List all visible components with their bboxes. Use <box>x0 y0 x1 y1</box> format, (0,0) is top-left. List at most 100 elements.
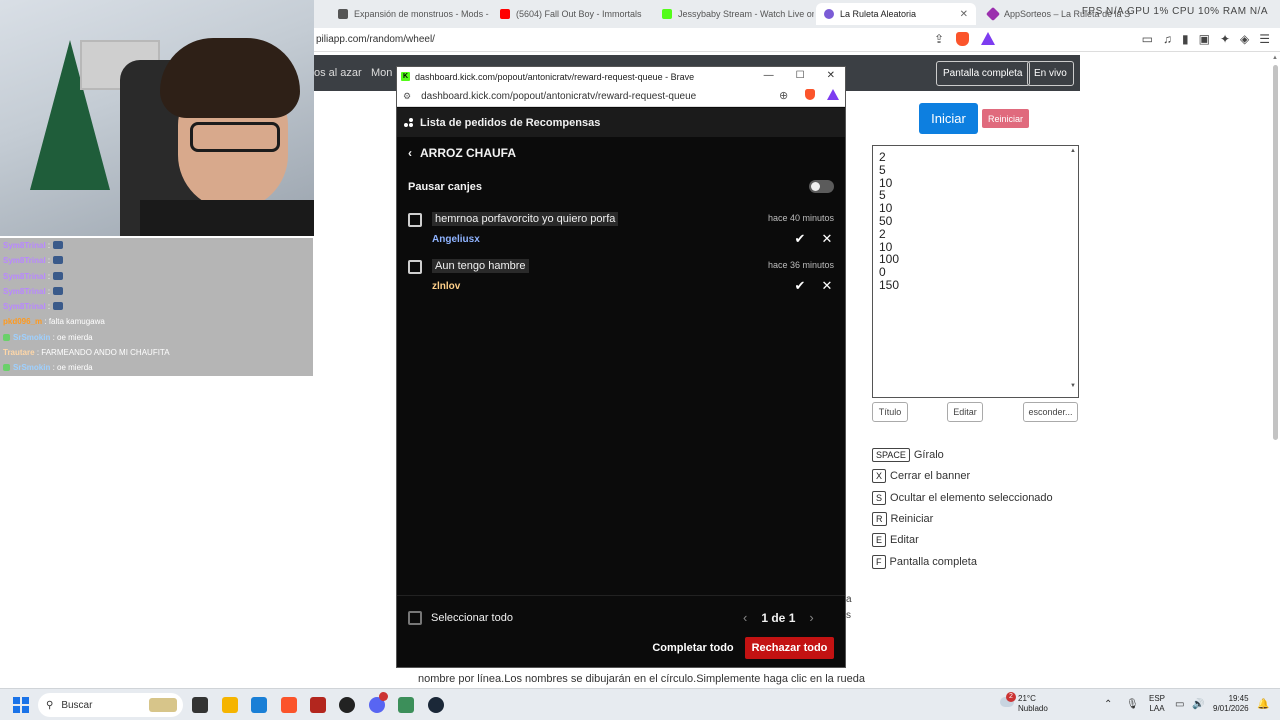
task-view-icon[interactable] <box>192 697 208 713</box>
network-icon[interactable]: ▭ <box>1175 699 1184 710</box>
reward-back-link[interactable]: ‹ ARROZ CHAUFA <box>408 146 516 160</box>
chevron-up-icon[interactable]: ⌃ <box>1104 699 1112 710</box>
popup-titlebar: K dashboard.kick.com/popout/antonicratv/… <box>397 67 845 86</box>
microphone-icon[interactable]: 🎙 <box>1126 699 1139 710</box>
scroll-up-icon[interactable]: ▲ <box>1272 55 1278 61</box>
media-icon[interactable]: ♫ <box>1163 32 1172 46</box>
chat-message: Sym8Trinal : <box>0 299 313 315</box>
reader-mode-icon[interactable]: ▭ <box>1142 32 1153 46</box>
shortcut-key: E <box>872 533 887 547</box>
request-checkbox[interactable] <box>408 260 422 274</box>
select-all-row[interactable]: Seleccionar todo <box>408 611 513 625</box>
popup-url[interactable]: dashboard.kick.com/popout/antonicratv/re… <box>421 91 696 102</box>
glasses <box>190 122 280 152</box>
zoom-icon[interactable]: ⊕ <box>779 89 788 102</box>
request-time: hace 36 minutos <box>767 260 834 270</box>
approve-check-icon[interactable]: ✔ <box>793 279 807 293</box>
steam-icon[interactable] <box>428 697 444 713</box>
chat-badge-icon <box>3 333 10 341</box>
request-user[interactable]: Angeliusx <box>432 234 480 245</box>
discord-badge <box>379 692 388 701</box>
close-icon[interactable]: ✕ <box>827 70 835 81</box>
chat-text: : <box>47 271 51 281</box>
request-checkbox[interactable] <box>408 213 422 227</box>
tab-ruleta-aleatoria[interactable]: La Ruleta Aleatoria ✕ <box>816 3 976 25</box>
scroll-down-icon[interactable]: ▼ <box>1070 383 1076 389</box>
notification-icon[interactable]: 🔔 <box>1257 699 1269 710</box>
url-field[interactable]: piliapp.com/random/wheel/ <box>316 34 435 45</box>
store-icon[interactable] <box>251 697 267 713</box>
nav-item-mon[interactable]: Mon <box>371 67 392 79</box>
brave-taskbar-icon[interactable] <box>281 697 297 713</box>
complete-all-button[interactable]: Completar todo <box>646 637 740 659</box>
brave-shields-icon[interactable] <box>805 89 815 103</box>
close-tab-icon[interactable]: ✕ <box>960 9 968 20</box>
wallet-icon[interactable]: ▣ <box>1199 32 1210 46</box>
tab-youtube[interactable]: (5604) Fall Out Boy - Immortals <box>492 3 652 25</box>
notes-icon[interactable] <box>398 697 414 713</box>
brave-rewards-icon[interactable] <box>827 89 839 103</box>
prev-page-icon[interactable]: ‹ <box>743 610 747 625</box>
tab-monster-mods[interactable]: Expansión de monstruos - Mods - M <box>330 3 490 25</box>
leo-ai-icon[interactable]: ✦ <box>1220 32 1230 46</box>
nav-item-random[interactable]: os al azar <box>314 67 362 79</box>
reject-x-icon[interactable]: ✕ <box>820 232 834 246</box>
chat-username: pkd096_m <box>3 317 43 327</box>
live-button[interactable]: En vivo <box>1027 61 1074 86</box>
clock[interactable]: 19:45 9/01/2026 <box>1213 694 1249 714</box>
taskbar-search[interactable]: ⚲ Buscar <box>38 693 183 717</box>
brave-shields-icon[interactable] <box>956 32 970 46</box>
reward-queue-popup: K dashboard.kick.com/popout/antonicratv/… <box>396 66 846 668</box>
footer-divider <box>397 595 845 596</box>
reset-button[interactable]: Reiniciar <box>982 109 1029 128</box>
weather-widget[interactable]: 2 21°C Nublado <box>1000 692 1048 714</box>
edit-button[interactable]: Editar <box>947 402 983 422</box>
fullscreen-nav-button[interactable]: Pantalla completa <box>936 61 1030 86</box>
site-settings-icon[interactable]: ⚙ <box>403 91 411 102</box>
request-message: hemrnoa porfavorcito yo quiero porfa <box>432 212 619 226</box>
volume-icon[interactable]: 🔊 <box>1192 699 1204 710</box>
names-textarea[interactable]: 2 5 10 5 10 50 2 10 100 0 150 ▲ ▼ <box>872 145 1079 398</box>
tab-kick-stream[interactable]: Jessybaby Stream - Watch Live on K <box>654 3 814 25</box>
approve-check-icon[interactable]: ✔ <box>793 232 807 246</box>
vpn-icon[interactable]: ◈ <box>1240 32 1249 46</box>
mods-favicon-icon <box>338 9 348 19</box>
chat-text: : FARMEANDO ANDO MI CHAUFITA <box>36 348 170 358</box>
brave-rewards-icon[interactable] <box>981 32 996 45</box>
file-explorer-icon[interactable] <box>222 697 238 713</box>
reject-all-button[interactable]: Rechazar todo <box>745 637 834 659</box>
obs-icon[interactable] <box>339 697 355 713</box>
reject-x-icon[interactable]: ✕ <box>820 279 834 293</box>
chat-emote-icon <box>53 256 64 265</box>
app-taskbar-icon[interactable] <box>310 697 326 713</box>
chat-message: pkd096_m : falta kamugawa <box>0 314 313 330</box>
page-scrollbar[interactable]: ▲ <box>1272 55 1280 440</box>
minimize-icon[interactable]: — <box>764 70 774 81</box>
share-icon[interactable]: ⇪ <box>934 32 944 46</box>
performance-overlay: FPS N/A GPU 1% CPU 10% RAM N/A <box>1081 6 1268 17</box>
menu-icon[interactable]: ☰ <box>1259 32 1270 46</box>
chat-overlay: Sym8Trinal : Sym8Trinal : Sym8Trinal : Sym8… <box>0 238 313 378</box>
shortcut-row: F Pantalla completa <box>872 555 977 569</box>
shortcut-key: R <box>872 512 887 526</box>
scrollbar-thumb[interactable] <box>1273 65 1278 440</box>
search-icon: ⚲ <box>46 699 54 711</box>
sidebar-icon[interactable]: ▮ <box>1182 32 1189 46</box>
select-all-checkbox[interactable] <box>408 611 422 625</box>
peek-text: a <box>846 594 852 605</box>
maximize-icon[interactable]: ☐ <box>796 70 805 81</box>
request-time: hace 40 minutos <box>767 213 834 223</box>
windows-start-icon[interactable] <box>13 697 29 713</box>
title-button[interactable]: Título <box>872 402 908 422</box>
shortcut-row: SPACE Gíralo <box>872 448 944 462</box>
scroll-up-icon[interactable]: ▲ <box>1070 148 1076 154</box>
next-page-icon[interactable]: › <box>809 610 813 625</box>
start-button[interactable]: Iniciar <box>919 103 978 134</box>
chat-text: : falta kamugawa <box>44 317 105 327</box>
hide-button[interactable]: esconder... <box>1023 402 1078 422</box>
request-user[interactable]: zlnlov <box>432 281 460 292</box>
language-indicator[interactable]: ESP LAA <box>1149 694 1165 714</box>
chat-message: Trautare : FARMEANDO ANDO MI CHAUFITA <box>0 345 313 361</box>
chevron-left-icon: ‹ <box>408 146 412 160</box>
pause-toggle[interactable] <box>809 180 834 193</box>
